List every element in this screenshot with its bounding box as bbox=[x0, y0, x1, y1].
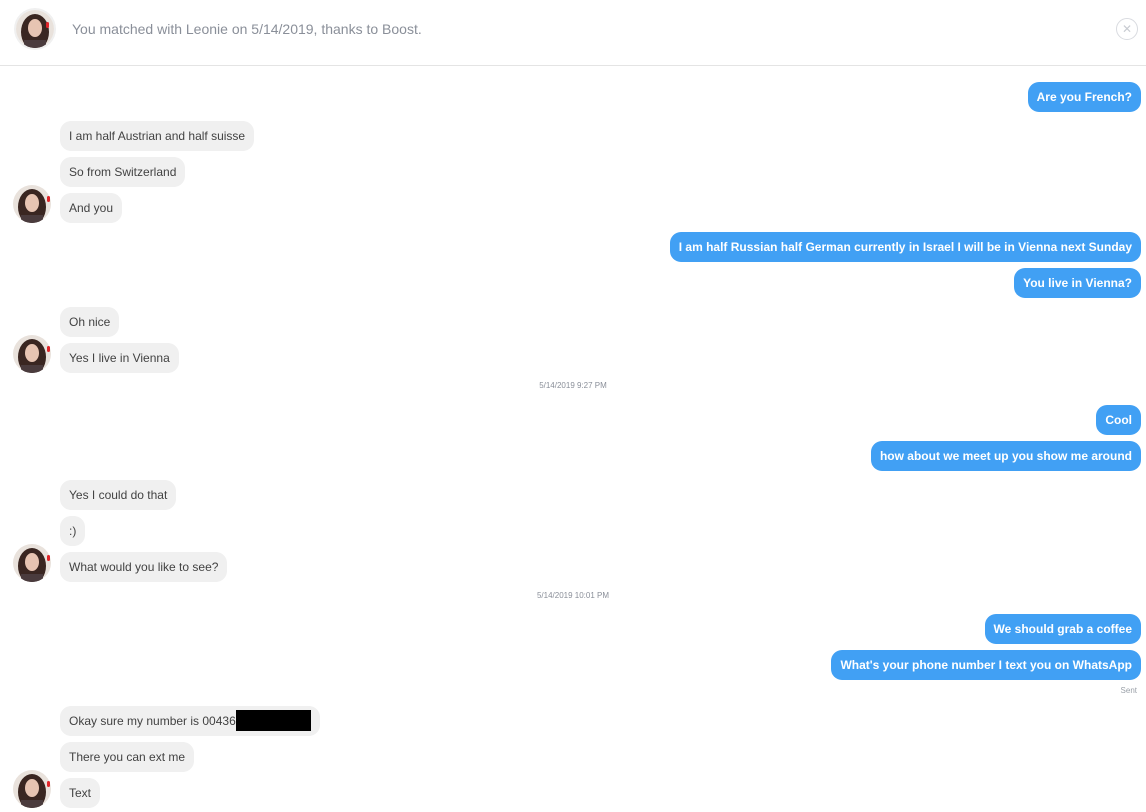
outgoing-message[interactable]: You live in Vienna? bbox=[1014, 268, 1141, 298]
online-indicator bbox=[47, 196, 50, 202]
avatar-photo bbox=[13, 185, 51, 223]
outgoing-message[interactable]: I am half Russian half German currently … bbox=[669, 232, 1141, 262]
avatar-photo bbox=[13, 544, 51, 582]
outgoing-message[interactable]: What's your phone number I text you on W… bbox=[831, 650, 1141, 680]
avatar-photo bbox=[16, 10, 54, 48]
close-icon[interactable]: ✕ bbox=[1116, 18, 1138, 40]
online-indicator bbox=[47, 781, 50, 787]
outgoing-message[interactable]: We should grab a coffee bbox=[984, 614, 1141, 644]
outgoing-message[interactable]: Cool bbox=[1096, 405, 1141, 435]
avatar[interactable] bbox=[13, 770, 51, 808]
online-indicator bbox=[46, 22, 49, 28]
outgoing-message[interactable]: how about we meet up you show me around bbox=[870, 441, 1141, 471]
avatar[interactable] bbox=[13, 185, 51, 223]
incoming-message[interactable]: I am half Austrian and half suisse bbox=[60, 121, 255, 151]
incoming-message[interactable]: There you can ext me bbox=[60, 742, 195, 772]
incoming-message[interactable]: So from Switzerland bbox=[60, 157, 186, 187]
incoming-message[interactable]: Oh nice bbox=[60, 307, 120, 337]
redacted-block bbox=[235, 709, 311, 731]
match-avatar[interactable] bbox=[16, 10, 54, 48]
match-info-text: You matched with Leonie on 5/14/2019, th… bbox=[72, 21, 422, 37]
message-text: Okay sure my number is 00436 bbox=[69, 714, 236, 728]
incoming-message[interactable]: And you bbox=[60, 193, 123, 223]
avatar-photo bbox=[13, 770, 51, 808]
avatar[interactable] bbox=[13, 335, 51, 373]
incoming-message[interactable]: Okay sure my number is 00436 bbox=[60, 706, 320, 736]
incoming-message[interactable]: What would you like to see? bbox=[60, 552, 228, 582]
incoming-message[interactable]: Yes I live in Vienna bbox=[60, 343, 179, 373]
message-timestamp: 5/14/2019 10:01 PM bbox=[536, 591, 610, 600]
incoming-message[interactable]: Text bbox=[60, 778, 101, 808]
sent-status: Sent bbox=[1120, 686, 1137, 695]
incoming-message[interactable]: :) bbox=[60, 516, 86, 546]
incoming-message[interactable]: Yes I could do that bbox=[60, 480, 177, 510]
online-indicator bbox=[47, 555, 50, 561]
message-timestamp: 5/14/2019 9:27 PM bbox=[539, 381, 607, 390]
avatar[interactable] bbox=[13, 544, 51, 582]
online-indicator bbox=[47, 346, 50, 352]
match-header: You matched with Leonie on 5/14/2019, th… bbox=[0, 0, 1146, 66]
outgoing-message[interactable]: Are you French? bbox=[1027, 82, 1141, 112]
avatar-photo bbox=[13, 335, 51, 373]
